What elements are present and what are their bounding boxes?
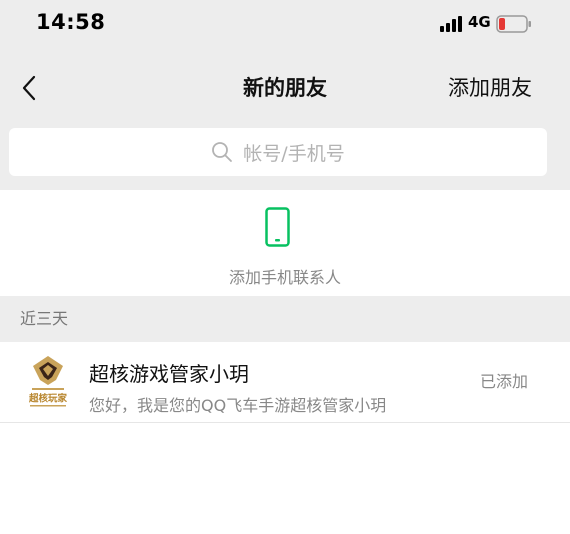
friend-request-item[interactable]: 超核玩家 超核游戏管家小玥 您好，我是您的QQ飞车手游超核管家小玥 已添加 — [0, 342, 570, 422]
signal-icon — [440, 16, 462, 32]
status-bar: 14:58 4G — [0, 0, 570, 52]
section-header-recent: 近三天 — [0, 296, 570, 342]
list-divider — [0, 422, 570, 423]
friend-name: 超核游戏管家小玥 — [89, 362, 249, 386]
chevron-left-icon — [22, 75, 36, 101]
add-phone-contacts-button[interactable]: 添加手机联系人 — [0, 190, 570, 296]
search-placeholder: 帐号/手机号 — [243, 142, 345, 165]
status-added-label: 已添加 — [479, 372, 528, 391]
section-header-label: 近三天 — [20, 309, 69, 328]
avatar-logo-text: 超核玩家 — [28, 393, 68, 405]
battery-icon — [496, 15, 531, 33]
search-input[interactable]: 帐号/手机号 — [9, 128, 547, 176]
add-phone-contacts-label: 添加手机联系人 — [228, 268, 341, 287]
search-icon — [212, 142, 233, 162]
status-time: 14:58 — [36, 10, 106, 34]
back-button[interactable] — [14, 72, 44, 104]
navigation-bar: 新的朋友 添加朋友 — [0, 58, 570, 118]
friend-request-message: 您好，我是您的QQ飞车手游超核管家小玥 — [89, 396, 387, 415]
avatar: 超核玩家 — [20, 354, 76, 410]
network-label: 4G — [468, 13, 491, 31]
mobile-phone-icon — [265, 207, 290, 247]
add-friend-button[interactable]: 添加朋友 — [448, 58, 532, 118]
